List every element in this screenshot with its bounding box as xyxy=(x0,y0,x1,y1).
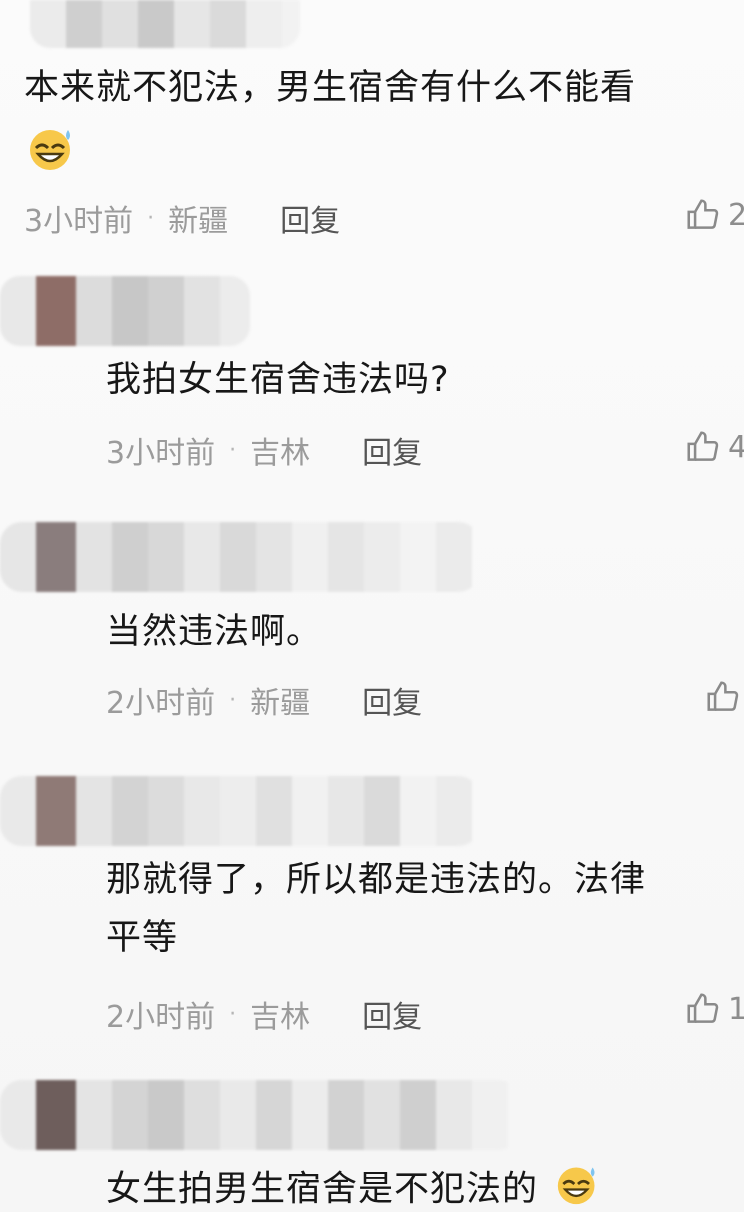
comment-location: 吉林 xyxy=(250,1000,311,1035)
comment-time: 3小时前 xyxy=(24,204,134,239)
comment-meta: 3小时前 · 新疆 回复 xyxy=(24,196,340,240)
comment-text: 我拍女生宿舍违法吗? xyxy=(106,356,450,404)
blurred-username xyxy=(0,276,250,346)
emoji-icon xyxy=(550,1162,606,1212)
separator-dot: · xyxy=(229,687,237,713)
reply-button[interactable]: 回复 xyxy=(362,678,422,722)
comment-text-line: 平等 xyxy=(106,918,179,958)
comment-meta: 2小时前 · 吉林 回复 xyxy=(106,992,422,1036)
thumbs-up-icon xyxy=(687,431,719,461)
comment-text: 那就得了，所以都是违法的。法律 平等 xyxy=(106,856,646,962)
thumbs-up-icon xyxy=(687,199,719,229)
blurred-username xyxy=(0,1080,520,1150)
like-button[interactable]: 4 xyxy=(684,428,744,466)
reply-button[interactable]: 回复 xyxy=(362,992,422,1036)
comment-meta: 3小时前 · 吉林 回复 xyxy=(106,428,422,472)
emoji-icon xyxy=(24,124,80,176)
blurred-username xyxy=(0,776,480,846)
thumbs-up-icon xyxy=(707,681,739,711)
comment-text: 当然违法啊。 xyxy=(106,608,322,656)
comment-text-line: 当然违法啊。 xyxy=(106,612,323,652)
comment-location: 新疆 xyxy=(168,204,229,239)
blurred-username xyxy=(0,522,480,592)
separator-dot: · xyxy=(229,437,237,463)
separator-dot: · xyxy=(147,205,155,231)
comment-text-line: 女生拍男生宿舍是不犯法的 xyxy=(106,1169,539,1210)
reply-button[interactable]: 回复 xyxy=(280,196,340,240)
comment-location: 吉林 xyxy=(250,436,311,471)
comment-text-line: 我拍女生宿舍违法吗? xyxy=(106,360,450,400)
like-count: 4 xyxy=(728,429,744,465)
like-count: 2 xyxy=(728,197,744,233)
like-button[interactable]: 1 xyxy=(684,990,744,1028)
comment-text: 女生拍男生宿舍是不犯法的 xyxy=(106,1162,606,1212)
comment-meta: 2小时前 · 新疆 回复 xyxy=(106,678,422,722)
thumbs-up-icon xyxy=(687,993,719,1023)
blurred-username xyxy=(30,0,300,48)
comment-text-line: 本来就不犯法，男生宿舍有什么不能看 xyxy=(24,68,637,108)
comment-time: 2小时前 xyxy=(106,686,216,721)
comment-thread: 本来就不犯法，男生宿舍有什么不能看 3小时前 · 新疆 回复 2 我拍女生宿舍违… xyxy=(0,0,744,1212)
comment-text: 本来就不犯法，男生宿舍有什么不能看 xyxy=(24,64,636,112)
comment-time: 3小时前 xyxy=(106,436,216,471)
comment-time: 2小时前 xyxy=(106,1000,216,1035)
separator-dot: · xyxy=(229,1001,237,1027)
like-button[interactable]: 2 xyxy=(684,196,744,234)
like-button[interactable] xyxy=(704,678,744,716)
comment-text-line: 那就得了，所以都是违法的。法律 xyxy=(106,860,647,900)
like-count: 1 xyxy=(728,991,744,1027)
comment-location: 新疆 xyxy=(250,686,311,721)
reply-button[interactable]: 回复 xyxy=(362,428,422,472)
